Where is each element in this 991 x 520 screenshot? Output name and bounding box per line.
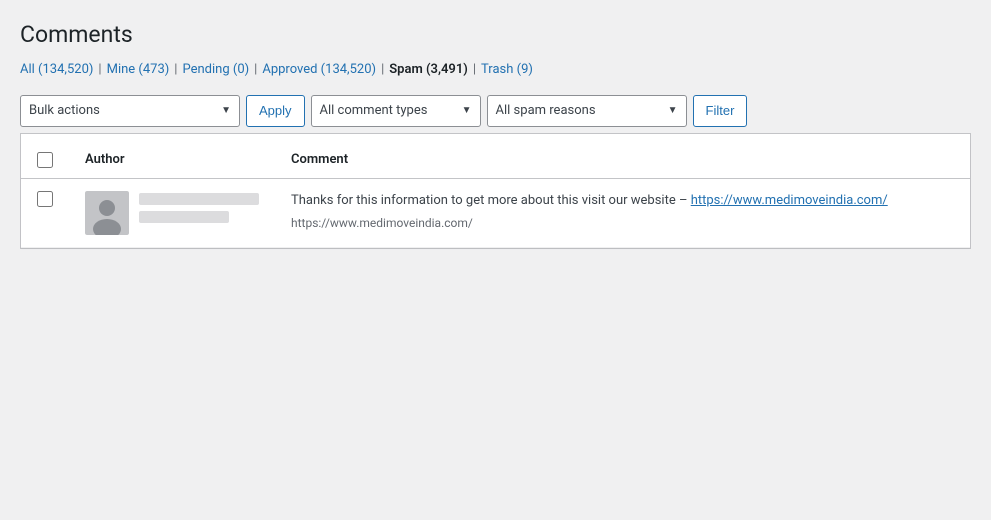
apply-button[interactable]: Apply bbox=[246, 95, 305, 127]
comments-table-container: Author Comment bbox=[20, 133, 971, 249]
comment-link[interactable]: https://www.medimoveindia.com/ bbox=[691, 193, 888, 208]
table-row: Thanks for this information to get more … bbox=[21, 178, 970, 247]
filter-mine-link[interactable]: Mine (473) bbox=[107, 62, 170, 77]
spam-reasons-chevron-icon: ▼ bbox=[668, 105, 678, 116]
filter-pending[interactable]: Pending (0) bbox=[182, 62, 249, 77]
filter-trash-link[interactable]: Trash (9) bbox=[481, 62, 533, 77]
spam-reasons-label: All spam reasons bbox=[496, 103, 596, 118]
th-select-all[interactable] bbox=[21, 142, 69, 179]
th-comment-label: Comment bbox=[291, 152, 348, 167]
separator-5: | bbox=[473, 62, 476, 77]
comment-cell: Thanks for this information to get more … bbox=[275, 178, 970, 247]
comment-url: https://www.medimoveindia.com/ bbox=[291, 214, 954, 233]
comment-text: Thanks for this information to get more … bbox=[291, 191, 954, 233]
filter-links: All (134,520) | Mine (473) | Pending (0)… bbox=[20, 62, 971, 77]
comment-types-chevron-icon: ▼ bbox=[462, 105, 472, 116]
tablenav-top: Bulk actions ▼ Apply All comment types ▼… bbox=[20, 89, 971, 133]
author-name-placeholder bbox=[139, 193, 259, 205]
page-title: Comments bbox=[20, 20, 971, 50]
author-info bbox=[139, 191, 259, 223]
separator-3: | bbox=[254, 62, 257, 77]
comment-types-dropdown[interactable]: All comment types ▼ bbox=[311, 95, 481, 127]
author-cell bbox=[69, 178, 275, 247]
bulk-actions-chevron-icon: ▼ bbox=[221, 105, 231, 116]
filter-all[interactable]: All (134,520) bbox=[20, 62, 93, 77]
filter-trash[interactable]: Trash (9) bbox=[481, 62, 533, 77]
filter-approved-link[interactable]: Approved (134,520) bbox=[262, 62, 376, 77]
filter-pending-link[interactable]: Pending (0) bbox=[182, 62, 249, 77]
bulk-actions-dropdown[interactable]: Bulk actions ▼ bbox=[20, 95, 240, 127]
filter-approved[interactable]: Approved (134,520) bbox=[262, 62, 376, 77]
avatar bbox=[85, 191, 129, 235]
bulk-actions-label: Bulk actions bbox=[29, 103, 100, 118]
table-header-row: Author Comment bbox=[21, 142, 970, 179]
row-checkbox[interactable] bbox=[37, 191, 53, 207]
comment-types-label: All comment types bbox=[320, 103, 428, 118]
select-all-checkbox[interactable] bbox=[37, 152, 53, 168]
filter-spam-label: Spam (3,491) bbox=[389, 62, 468, 77]
comments-table: Author Comment bbox=[21, 142, 970, 248]
th-comment: Comment bbox=[275, 142, 970, 179]
separator-2: | bbox=[174, 62, 177, 77]
comment-text-before: Thanks for this information to get more … bbox=[291, 193, 691, 208]
th-author: Author bbox=[69, 142, 275, 179]
filter-button[interactable]: Filter bbox=[693, 95, 748, 127]
th-author-label: Author bbox=[85, 152, 125, 167]
filter-all-link[interactable]: All (134,520) bbox=[20, 62, 93, 77]
separator-4: | bbox=[381, 62, 384, 77]
author-detail-placeholder bbox=[139, 211, 229, 223]
filter-spam[interactable]: Spam (3,491) bbox=[389, 62, 468, 77]
row-checkbox-cell[interactable] bbox=[21, 178, 69, 247]
filter-mine[interactable]: Mine (473) bbox=[107, 62, 170, 77]
spam-reasons-dropdown[interactable]: All spam reasons ▼ bbox=[487, 95, 687, 127]
separator-1: | bbox=[98, 62, 101, 77]
